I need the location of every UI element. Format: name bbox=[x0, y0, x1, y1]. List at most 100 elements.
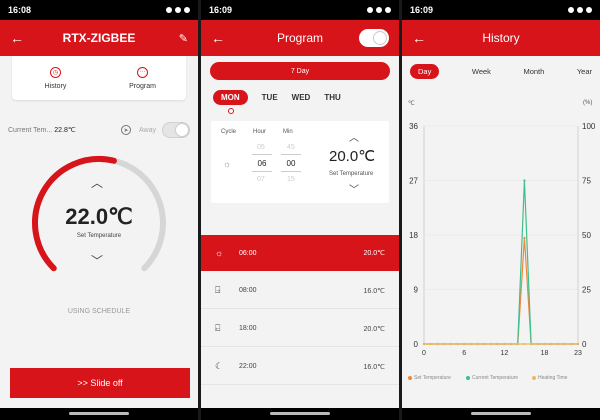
x-tick-label: 23 bbox=[574, 350, 582, 357]
left-tick-label: 9 bbox=[414, 286, 419, 295]
data-point bbox=[469, 342, 472, 346]
moon-icon: ☾ bbox=[215, 361, 224, 371]
schedule-time: 18:00 bbox=[239, 325, 257, 332]
schedule-temp: 20.0℃ bbox=[363, 250, 386, 257]
back-arrow-icon[interactable]: ← bbox=[211, 30, 225, 46]
app-bar: ← Program bbox=[201, 20, 399, 56]
schedule-time: 22:00 bbox=[239, 363, 257, 370]
schedule-temp-label: Set Temperature bbox=[329, 171, 374, 177]
legend-current-temp: Current Temperature bbox=[466, 375, 532, 381]
min-header: Min bbox=[283, 129, 293, 135]
back-arrow-icon[interactable]: ← bbox=[10, 30, 24, 46]
tab-history-label: History bbox=[44, 82, 67, 90]
data-point bbox=[543, 342, 546, 346]
data-point bbox=[463, 342, 466, 346]
data-point bbox=[503, 342, 506, 346]
sun-icon: ☼ bbox=[215, 248, 224, 258]
x-tick-label: 6 bbox=[462, 350, 466, 357]
temperature-dial[interactable]: ︿ 22.0℃ Set Temperature ﹀ bbox=[0, 152, 198, 302]
nav-bar bbox=[0, 408, 198, 420]
schedule-row[interactable]: ☼ 06:00 20.0℃ bbox=[201, 235, 399, 271]
hour-next[interactable]: 07 bbox=[257, 176, 265, 183]
schedule-row[interactable]: ⍈ 08:00 16.0℃ bbox=[201, 273, 399, 309]
more-dots-icon: ··· bbox=[137, 66, 148, 78]
day-thu[interactable]: THU bbox=[324, 93, 340, 102]
data-point bbox=[476, 342, 479, 346]
left-tick-label: 36 bbox=[409, 122, 418, 131]
edit-pencil-icon[interactable]: ✎ bbox=[179, 32, 188, 45]
app-bar: ← RTX-ZIGBEE ✎ bbox=[0, 20, 198, 56]
slide-off-button[interactable]: >> Slide off bbox=[10, 368, 190, 398]
data-point bbox=[496, 342, 499, 346]
status-icons bbox=[166, 7, 190, 13]
setpoint-label: Set Temperature bbox=[76, 233, 122, 239]
temp-up-chevron-icon[interactable]: ︿ bbox=[349, 129, 359, 144]
data-point bbox=[576, 342, 580, 346]
day-mon[interactable]: MON bbox=[213, 90, 248, 114]
x-tick-label: 0 bbox=[422, 350, 426, 357]
data-point bbox=[483, 342, 486, 346]
right-tick-label: 0 bbox=[582, 340, 587, 349]
data-point bbox=[422, 342, 426, 346]
schedule-temp: 16.0℃ bbox=[363, 363, 386, 371]
schedule-row[interactable]: ☾ 22:00 16.0℃ bbox=[201, 349, 399, 385]
data-point bbox=[536, 342, 539, 346]
setpoint-value: 22.0℃ bbox=[65, 204, 133, 229]
home-indicator[interactable] bbox=[69, 412, 129, 415]
history-screen: 16:09 ← History Day Week Month Year ℃ (%… bbox=[402, 0, 600, 420]
schedule-temp: 16.0℃ bbox=[363, 287, 386, 295]
x-tick-label: 18 bbox=[541, 350, 549, 357]
history-chart: 36 10027 7518 509 250 00 6 12 18 23 bbox=[409, 122, 596, 357]
data-point bbox=[523, 179, 526, 182]
min-prev[interactable]: 45 bbox=[287, 144, 295, 151]
data-point bbox=[449, 342, 452, 346]
home-indicator[interactable] bbox=[471, 412, 531, 415]
chart-legend: Set Temperature Current Temperature Heat… bbox=[402, 375, 600, 381]
decrease-temp-chevron-icon[interactable]: ﹀ bbox=[91, 252, 103, 269]
schedule-temp-value: 20.0℃ bbox=[329, 148, 376, 165]
hour-prev[interactable]: 05 bbox=[257, 144, 265, 151]
min-next[interactable]: 15 bbox=[287, 176, 295, 183]
current-temp-label: Current Tem... bbox=[8, 126, 53, 134]
increase-temp-chevron-icon[interactable]: ︿ bbox=[91, 174, 103, 191]
program-screen: 16:09 ← Program 7 Day MON TUE WED THU Cy… bbox=[201, 0, 399, 420]
legend-label: Current Temperature bbox=[472, 375, 519, 381]
legend-heating-time: Heating Time bbox=[532, 375, 567, 381]
data-point bbox=[550, 342, 553, 346]
day-wed[interactable]: WED bbox=[292, 93, 311, 102]
schedule-row[interactable]: ⍇ 18:00 20.0℃ bbox=[201, 311, 399, 347]
data-point bbox=[563, 342, 566, 346]
door-in-icon: ⍇ bbox=[215, 323, 221, 333]
data-point bbox=[489, 342, 493, 346]
program-enable-toggle[interactable] bbox=[359, 29, 389, 47]
data-point bbox=[530, 342, 533, 346]
back-arrow-icon[interactable]: ← bbox=[412, 30, 426, 46]
home-indicator[interactable] bbox=[270, 412, 330, 415]
x-tick-label: 12 bbox=[500, 350, 508, 357]
sun-icon: ☼ bbox=[223, 159, 232, 169]
away-label: Away bbox=[139, 126, 156, 134]
day-tue[interactable]: TUE bbox=[262, 93, 278, 102]
device-tabs: ◷ History ··· Program bbox=[12, 56, 186, 100]
data-point bbox=[556, 342, 560, 346]
legend-label: Heating Time bbox=[538, 375, 568, 381]
right-tick-label: 75 bbox=[582, 177, 591, 186]
status-time: 16:08 bbox=[8, 5, 32, 15]
data-point bbox=[429, 342, 432, 346]
tab-history[interactable]: ◷ History bbox=[12, 56, 99, 100]
away-toggle[interactable] bbox=[162, 122, 190, 138]
left-tick-label: 18 bbox=[409, 231, 418, 240]
legend-set-temp: Set Temperature bbox=[408, 375, 466, 381]
hour-value[interactable]: 06 bbox=[253, 159, 271, 168]
temp-down-chevron-icon[interactable]: ﹀ bbox=[349, 181, 359, 196]
tab-program[interactable]: ··· Program bbox=[99, 56, 186, 100]
time-temp-picker: Cycle Hour Min ☼ 05 06 07 45 00 15 ︿ 20.… bbox=[211, 121, 389, 203]
data-point bbox=[456, 342, 459, 346]
data-point bbox=[516, 342, 519, 346]
program-mode-button[interactable]: 7 Day bbox=[210, 62, 390, 80]
status-bar: 16:09 bbox=[201, 0, 399, 20]
min-value[interactable]: 00 bbox=[282, 159, 300, 168]
nav-bar bbox=[402, 408, 600, 420]
day-selector: MON TUE WED THU bbox=[201, 90, 399, 114]
data-point bbox=[442, 342, 446, 346]
